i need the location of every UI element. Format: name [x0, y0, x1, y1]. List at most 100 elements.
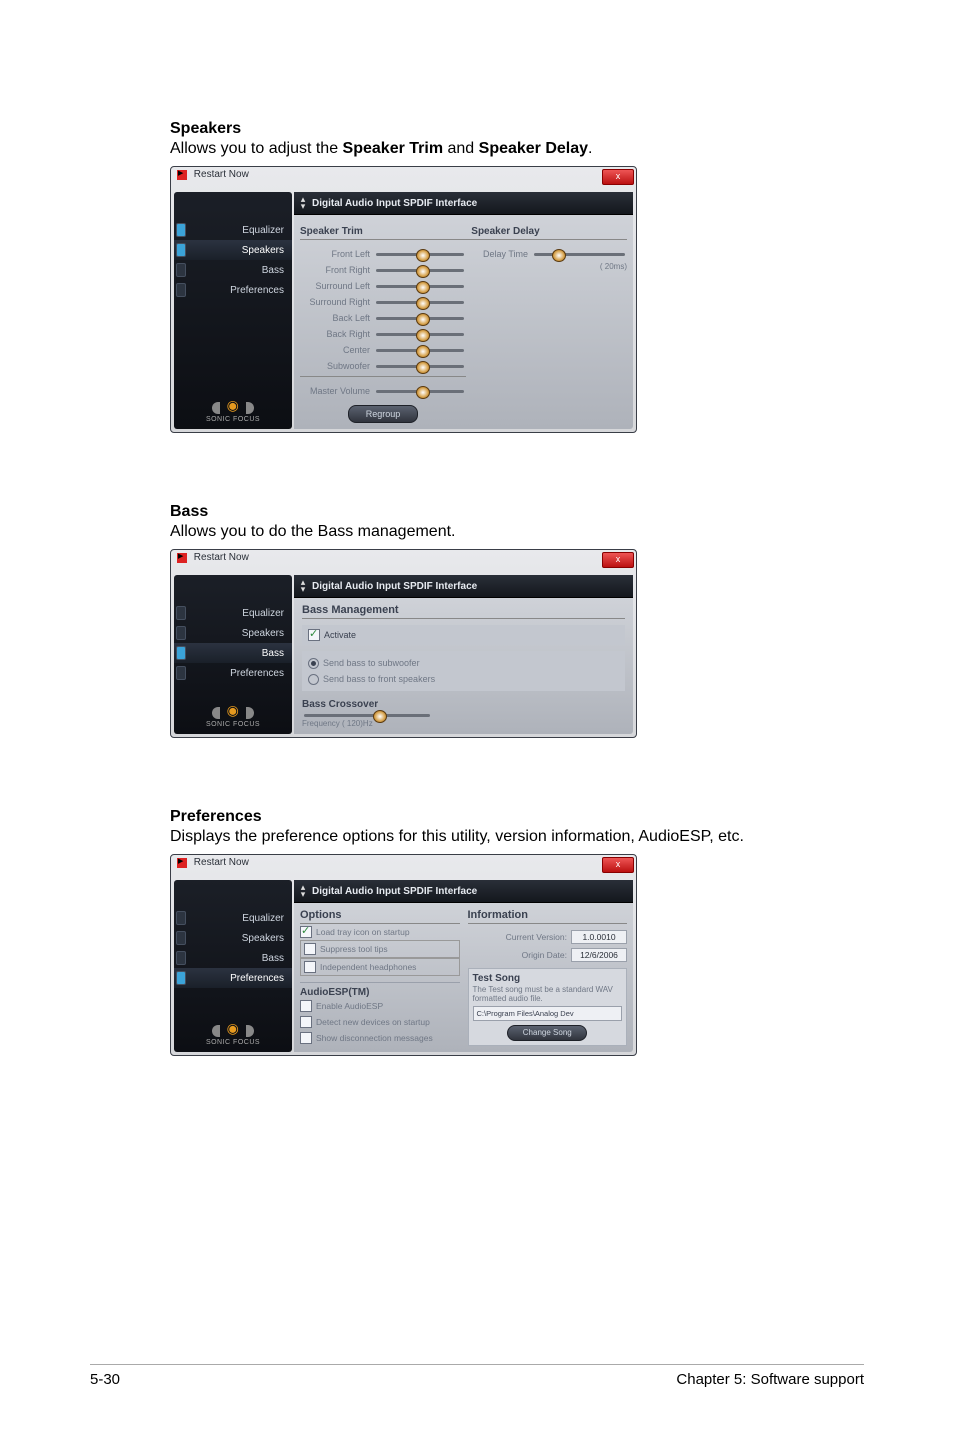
- chan-label: Surround Right: [300, 297, 374, 307]
- version-value: 1.0.0010: [571, 930, 627, 944]
- delay-time-label: Delay Time: [476, 249, 532, 259]
- opt-label: Independent headphones: [320, 962, 416, 972]
- tabbar-label: Digital Audio Input SPDIF Interface: [312, 886, 477, 897]
- crossover-slider[interactable]: [304, 714, 430, 717]
- opt-label: Enable AudioESP: [316, 1001, 383, 1011]
- window-title: Restart Now: [194, 169, 249, 180]
- subwoofer-slider[interactable]: [376, 365, 464, 368]
- master-slider[interactable]: [376, 390, 464, 393]
- enable-esp-checkbox[interactable]: [300, 1000, 312, 1012]
- window-title: Restart Now: [194, 552, 249, 563]
- audioesp-head: AudioESP(TM): [300, 987, 460, 998]
- close-button[interactable]: x: [602, 169, 634, 185]
- activate-checkbox[interactable]: [308, 629, 320, 641]
- tab-preferences[interactable]: Preferences: [174, 280, 292, 300]
- chan-label: Front Right: [300, 265, 374, 275]
- txt: Allows you to adjust the: [170, 140, 343, 157]
- sidebar: Equalizer Speakers Bass Preferences SONI…: [174, 192, 292, 429]
- front-left-slider[interactable]: [376, 253, 464, 256]
- tab-bass[interactable]: Bass: [174, 260, 292, 280]
- close-button[interactable]: x: [602, 552, 634, 568]
- back-left-slider[interactable]: [376, 317, 464, 320]
- tab-bass[interactable]: Bass: [174, 948, 292, 968]
- window-titlebar: Restart Now x: [171, 855, 636, 877]
- show-disconnect-checkbox[interactable]: [300, 1032, 312, 1044]
- txt: and: [443, 140, 479, 157]
- suppress-tips-checkbox[interactable]: [304, 943, 316, 955]
- testsong-head: Test Song: [473, 973, 623, 984]
- tabbar-label: Digital Audio Input SPDIF Interface: [312, 581, 477, 592]
- speaker-trim-head: Speaker Trim: [300, 226, 363, 237]
- chan-label: Front Left: [300, 249, 374, 259]
- radio-label: Send bass to subwoofer: [323, 658, 420, 668]
- close-button[interactable]: x: [602, 857, 634, 873]
- options-head: Options: [300, 909, 460, 924]
- spinner-icon[interactable]: [298, 579, 308, 593]
- spinner-icon[interactable]: [298, 196, 308, 210]
- surround-right-slider[interactable]: [376, 301, 464, 304]
- tab-equalizer[interactable]: Equalizer: [174, 220, 292, 240]
- speaker-delay-head: Speaker Delay: [471, 226, 539, 237]
- delay-slider[interactable]: [534, 253, 625, 256]
- surround-left-slider[interactable]: [376, 285, 464, 288]
- tab-equalizer[interactable]: Equalizer: [174, 908, 292, 928]
- version-label: Current Version:: [506, 932, 567, 942]
- bass-desc: Allows you to do the Bass management.: [170, 523, 784, 541]
- master-label: Master Volume: [300, 386, 374, 396]
- bass-mgmt-head: Bass Management: [302, 604, 625, 619]
- detect-devices-checkbox[interactable]: [300, 1016, 312, 1028]
- tab-speakers[interactable]: Speakers: [174, 240, 292, 260]
- bass-window: Restart Now x Equalizer Speakers Bass Pr…: [170, 549, 637, 738]
- info-head: Information: [468, 909, 628, 924]
- logo-text: SONIC FOCUS: [206, 1039, 260, 1046]
- bass-to-sub-radio[interactable]: [308, 658, 319, 669]
- speakers-window: Restart Now x Equalizer Speakers Bass Pr…: [170, 166, 637, 433]
- opt-label: Suppress tool tips: [320, 944, 388, 954]
- window-titlebar: Restart Now x: [171, 550, 636, 572]
- tab-speakers[interactable]: Speakers: [174, 928, 292, 948]
- chan-label: Center: [300, 345, 374, 355]
- page-number: 5-30: [90, 1371, 120, 1388]
- app-icon: [177, 170, 187, 180]
- app-icon: [177, 858, 187, 868]
- tab-bass[interactable]: Bass: [174, 643, 292, 663]
- load-tray-checkbox[interactable]: [300, 926, 312, 938]
- txt: .: [588, 140, 592, 157]
- tab-speakers[interactable]: Speakers: [174, 623, 292, 643]
- tab-preferences[interactable]: Preferences: [174, 968, 292, 988]
- bass-to-front-radio[interactable]: [308, 674, 319, 685]
- change-song-button[interactable]: Change Song: [507, 1025, 587, 1041]
- center-slider[interactable]: [376, 349, 464, 352]
- sonic-focus-logo: SONIC FOCUS: [174, 402, 292, 423]
- txt-bold: Speaker Trim: [343, 140, 444, 157]
- front-right-slider[interactable]: [376, 269, 464, 272]
- activate-label: Activate: [324, 630, 356, 640]
- sonic-focus-logo: SONIC FOCUS: [174, 1025, 292, 1046]
- audio-tabbar: Digital Audio Input SPDIF Interface: [294, 880, 633, 903]
- date-label: Origin Date:: [522, 950, 567, 960]
- delay-value: ( 20ms): [476, 262, 627, 271]
- crossover-freq: Frequency ( 120)Hz: [302, 719, 432, 728]
- logo-text: SONIC FOCUS: [206, 416, 260, 423]
- pref-desc: Displays the preference options for this…: [170, 828, 784, 846]
- regroup-button[interactable]: Regroup: [348, 405, 418, 423]
- testsong-path: C:\Program Files\Analog Dev: [473, 1006, 623, 1021]
- bass-heading: Bass: [170, 503, 784, 521]
- tab-equalizer[interactable]: Equalizer: [174, 603, 292, 623]
- indep-headphones-checkbox[interactable]: [304, 961, 316, 973]
- testsong-desc: The Test song must be a standard WAV for…: [473, 986, 623, 1004]
- sonic-focus-logo: SONIC FOCUS: [174, 707, 292, 728]
- speakers-heading: Speakers: [170, 120, 784, 138]
- audio-tabbar: Digital Audio Input SPDIF Interface: [294, 192, 633, 215]
- chan-label: Back Left: [300, 313, 374, 323]
- window-titlebar: Restart Now x: [171, 167, 636, 189]
- audio-tabbar: Digital Audio Input SPDIF Interface: [294, 575, 633, 598]
- tab-preferences[interactable]: Preferences: [174, 663, 292, 683]
- chan-label: Surround Left: [300, 281, 374, 291]
- opt-label: Detect new devices on startup: [316, 1017, 430, 1027]
- logo-text: SONIC FOCUS: [206, 721, 260, 728]
- back-right-slider[interactable]: [376, 333, 464, 336]
- spinner-icon[interactable]: [298, 884, 308, 898]
- opt-label: Load tray icon on startup: [316, 927, 410, 937]
- tabbar-label: Digital Audio Input SPDIF Interface: [312, 198, 477, 209]
